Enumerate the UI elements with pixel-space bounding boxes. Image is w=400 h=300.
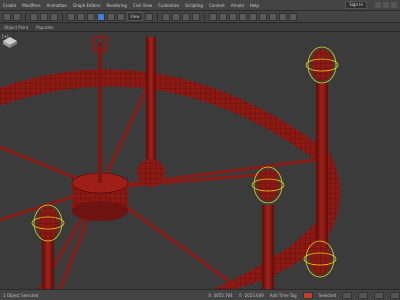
center-rod[interactable] [92,35,108,183]
reference-coordinate-dropdown[interactable]: View [127,12,143,21]
minimize-icon[interactable] [375,2,381,8]
menu-item-arnold[interactable]: Arnold [228,3,247,8]
flame-top-right[interactable] [305,46,339,84]
menu-item-modifiers[interactable]: Modifiers [19,3,43,8]
render-production-icon[interactable] [288,12,297,21]
toolbar-divider [203,12,205,21]
viewport-scene [0,35,340,289]
main-toolbar: View [0,11,400,23]
snaps-toggle-icon[interactable] [161,12,170,21]
rectangular-selection-icon[interactable] [87,12,95,21]
schematic-view-icon[interactable] [248,12,257,21]
toolbar-divider [25,12,26,21]
maximize-icon[interactable] [383,2,389,8]
coord-x-field[interactable]: X: 4055.764 [208,293,232,298]
candle-column-middle[interactable] [262,205,274,289]
link-icon[interactable] [30,12,38,21]
menu-right-group: Sign In [345,0,400,10]
render-frame-icon[interactable] [278,12,287,21]
toolbar-divider [156,12,158,21]
orbit-icon[interactable] [390,291,400,299]
candle-column-right[interactable] [316,83,328,253]
mirror-icon[interactable] [208,12,217,21]
unlink-icon[interactable] [40,12,48,21]
select-and-move-icon[interactable] [97,12,105,21]
menu-item-animation[interactable]: Animation [44,3,70,8]
close-icon[interactable] [391,2,397,8]
align-icon[interactable] [218,12,227,21]
menu-item-content[interactable]: Content [206,3,228,8]
spinner-snap-icon[interactable] [191,12,200,21]
percent-snap-icon[interactable] [181,12,190,21]
add-time-tag[interactable]: Add Time Tag [270,293,297,298]
bind-space-warp-icon[interactable] [50,12,58,21]
viewcube-icon[interactable] [0,33,20,49]
selection-status: 1 Object Selected [3,292,39,298]
select-and-scale-icon[interactable] [117,12,125,21]
menu-item-help[interactable]: Help [247,3,262,8]
undo-icon[interactable] [3,12,11,21]
candle-column-back[interactable] [137,37,165,187]
angle-snap-icon[interactable] [171,12,180,21]
key-filter-dropdown[interactable]: Selected [319,293,336,298]
menu-item-rendering[interactable]: Rendering [103,3,129,8]
menu-item-civil-view[interactable]: Civil View [130,3,155,8]
perspective-viewport[interactable]: [+] [0,33,400,289]
auto-key-button[interactable] [302,291,313,299]
toolbar-divider [62,12,63,21]
menu-item-scripting[interactable]: Scripting [182,3,206,8]
menu-item-create[interactable]: Create [0,3,19,8]
window-controls [375,2,397,8]
layer-explorer-icon[interactable] [228,12,237,21]
sign-in-button[interactable]: Sign In [345,1,367,9]
pan-view-icon[interactable] [374,291,384,299]
menu-item-customize[interactable]: Customize [155,3,182,8]
material-editor-icon[interactable] [258,12,267,21]
select-by-name-icon[interactable] [77,12,85,21]
pivot-center-icon[interactable] [144,12,153,21]
menu-bar: Create Modifiers Animation Graph Editors… [0,0,400,11]
render-setup-icon[interactable] [268,12,277,21]
ribbon-tab-object-paint[interactable]: Object Paint [4,25,28,30]
menu-item-graph-editors[interactable]: Graph Editors [70,3,103,8]
status-bar: 1 Object Selected X: 4055.764 Y: -2023.6… [0,289,400,300]
curve-editor-icon[interactable] [238,12,247,21]
flame-left[interactable] [31,204,65,242]
redo-icon[interactable] [13,12,21,21]
coord-y-field[interactable]: Y: -2023.649 [239,293,264,298]
zoom-extents-icon[interactable] [358,291,368,299]
select-object-icon[interactable] [67,12,75,21]
ribbon: Object Paint Populate [0,24,400,32]
select-and-rotate-icon[interactable] [107,12,115,21]
play-icon[interactable] [342,291,352,299]
ribbon-tab-populate[interactable]: Populate [36,25,53,30]
